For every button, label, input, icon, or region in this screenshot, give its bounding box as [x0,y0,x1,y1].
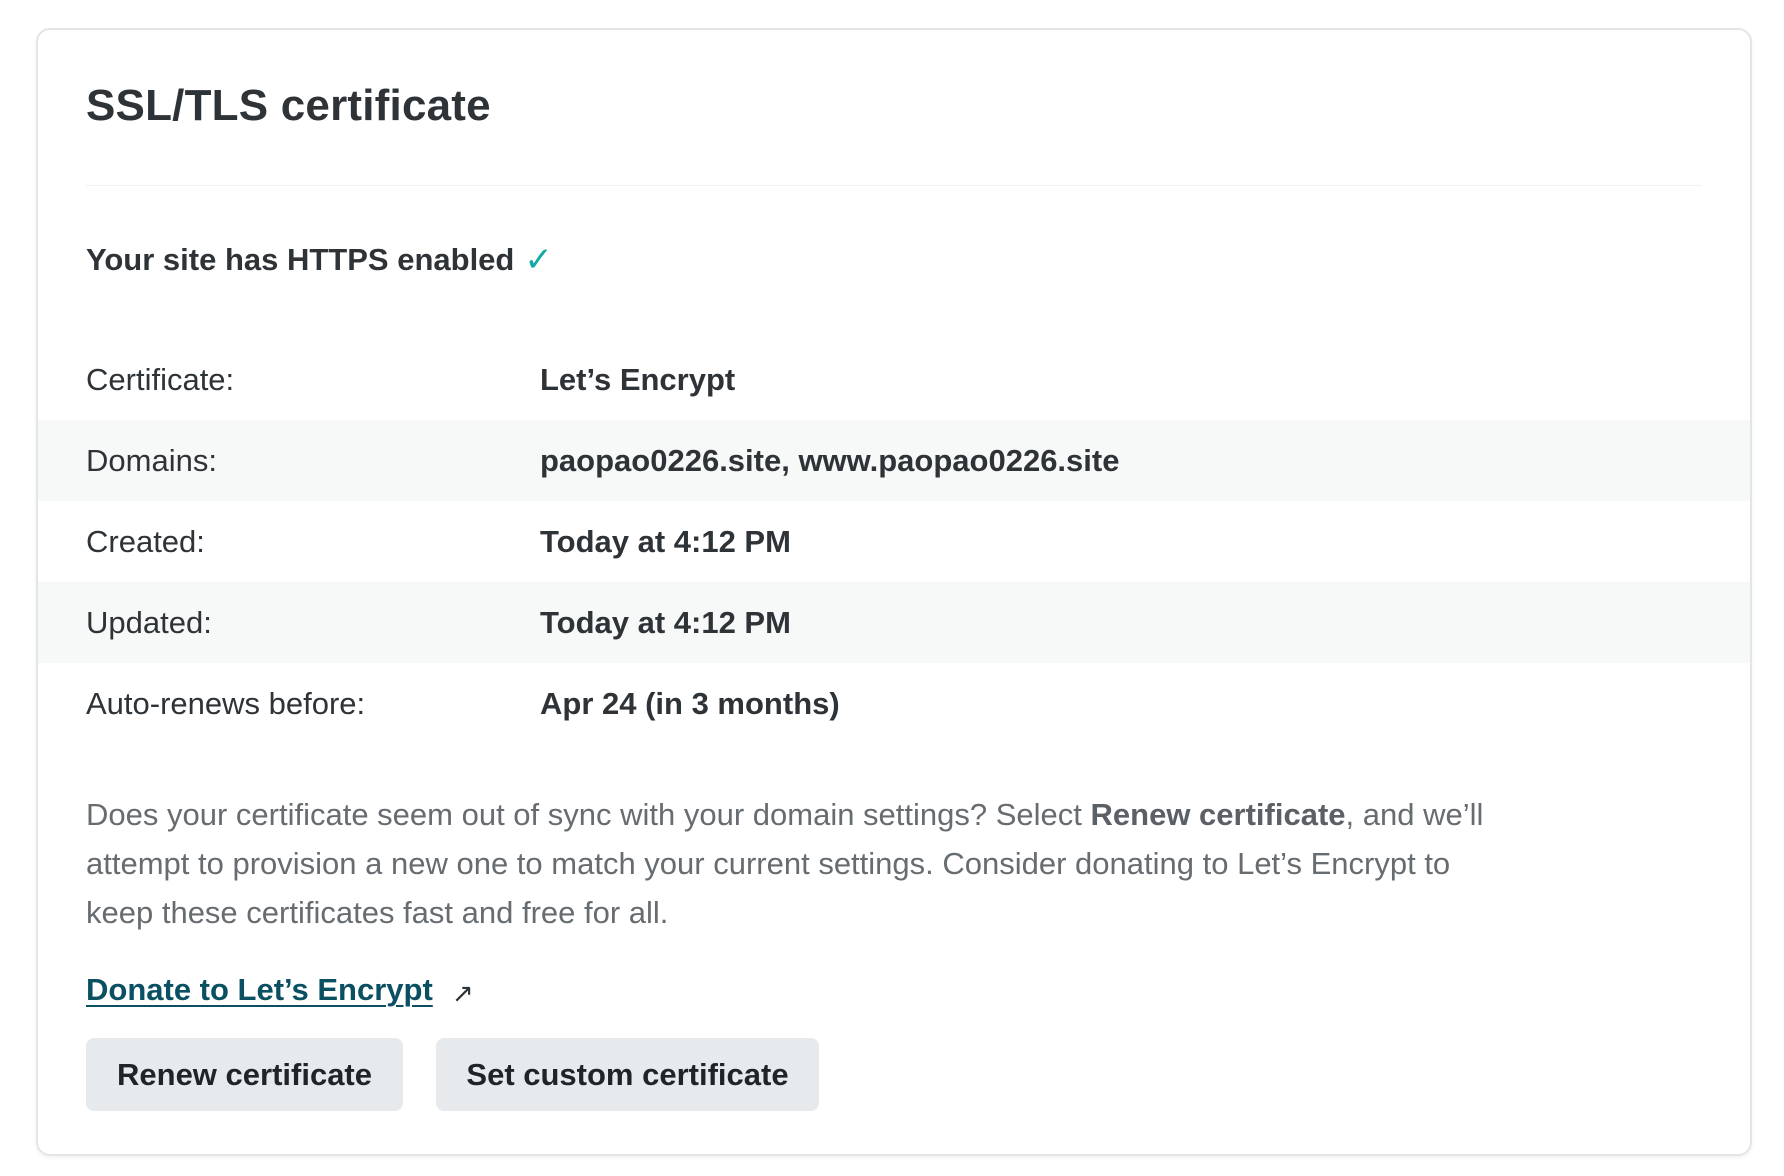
https-status-text: Your site has HTTPS enabled [86,242,515,277]
description-bold: Renew certificate [1090,797,1346,832]
detail-value: Let’s Encrypt [540,361,736,397]
detail-value: Today at 4:12 PM [540,604,791,640]
detail-label: Domains: [86,442,217,478]
detail-row-domains: Domains: paopao0226.site, www.paopao0226… [38,420,1750,501]
check-icon: ✓ [524,241,553,279]
certificate-details: Certificate: Let’s Encrypt Domains: paop… [38,339,1750,744]
detail-value: Apr 24 (in 3 months) [540,685,840,721]
detail-row-created: Created: Today at 4:12 PM [38,501,1750,582]
card-header: SSL/TLS certificate [86,80,1702,186]
detail-row-auto-renews: Auto-renews before: Apr 24 (in 3 months) [38,663,1750,744]
detail-value: paopao0226.site, www.paopao0226.site [540,442,1120,478]
ssl-certificate-card: SSL/TLS certificate Your site has HTTPS … [36,28,1752,1156]
detail-value: Today at 4:12 PM [540,523,791,559]
set-custom-certificate-button[interactable]: Set custom certificate [436,1038,819,1111]
external-link-icon: ↗ [452,978,474,1008]
detail-label: Certificate: [86,361,235,397]
detail-label: Created: [86,523,205,559]
detail-row-updated: Updated: Today at 4:12 PM [38,582,1750,663]
renew-certificate-button[interactable]: Renew certificate [86,1038,403,1111]
donate-link[interactable]: Donate to Let’s Encrypt [86,972,433,1008]
detail-label: Updated: [86,604,212,640]
detail-label: Auto-renews before: [86,685,366,721]
https-status: Your site has HTTPS enabled ✓ [86,240,553,280]
detail-row-certificate: Certificate: Let’s Encrypt [38,339,1750,420]
description-text: Does your certificate seem out of sync w… [86,797,1091,832]
certificate-description: Does your certificate seem out of sync w… [86,790,1496,937]
card-title: SSL/TLS certificate [86,81,491,130]
